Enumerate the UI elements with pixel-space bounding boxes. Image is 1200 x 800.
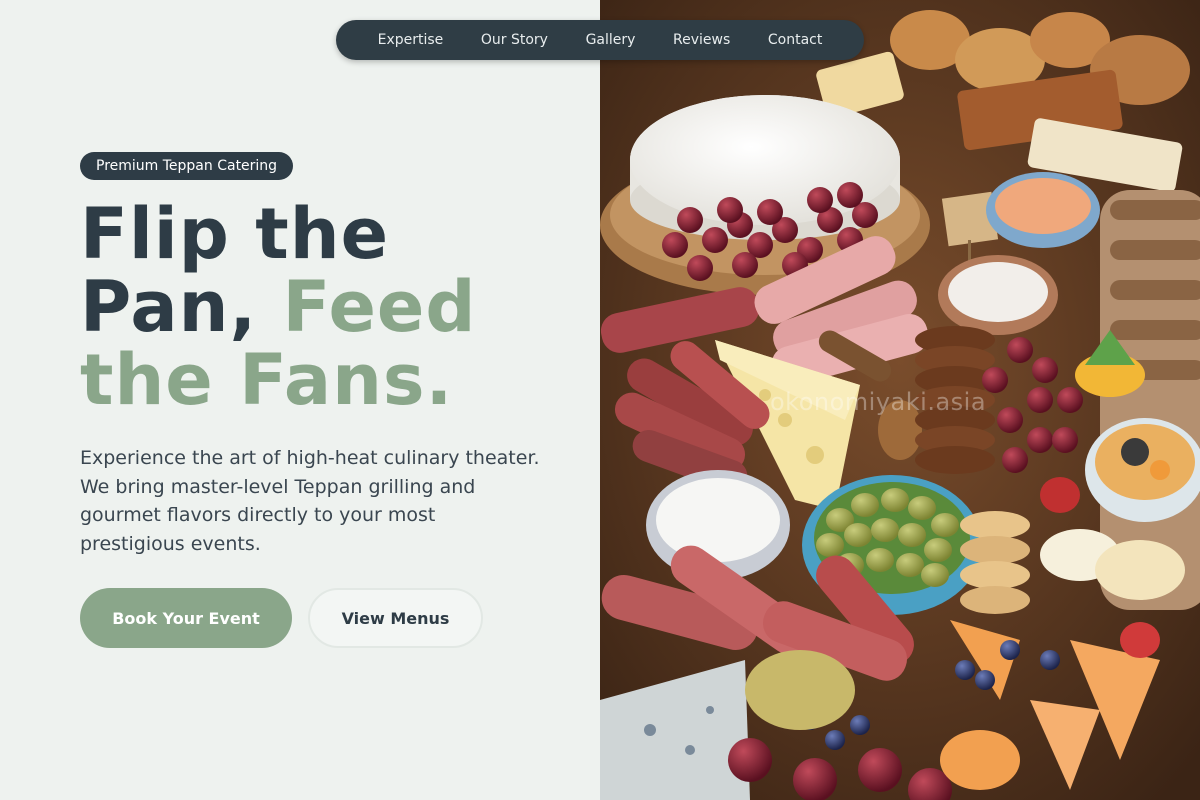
landing-page: Expertise Our Story Gallery Reviews Cont…: [0, 0, 1200, 800]
nav-contact[interactable]: Contact: [760, 32, 830, 48]
headline-line-1: Flip the: [80, 193, 390, 275]
nav-gallery[interactable]: Gallery: [578, 32, 644, 48]
nav-our-story[interactable]: Our Story: [473, 32, 556, 48]
headline-line-2-dark: Pan,: [80, 266, 258, 348]
top-nav: Expertise Our Story Gallery Reviews Cont…: [336, 20, 864, 60]
headline-line-3: the Fans.: [80, 339, 454, 421]
image-watermark: okonomiyaki.asia: [770, 388, 987, 416]
hero-badge: Premium Teppan Catering: [80, 152, 294, 180]
hero-headline: Flip the Pan, Feed the Fans.: [80, 198, 580, 417]
hero-image: okonomiyaki.asia: [600, 0, 1200, 800]
headline-line-2-accent: Feed: [282, 266, 477, 348]
view-menus-button[interactable]: View Menus: [308, 588, 483, 648]
hero-section: Premium Teppan Catering Flip the Pan, Fe…: [0, 0, 600, 800]
nav-reviews[interactable]: Reviews: [665, 32, 738, 48]
hero-description: Experience the art of high-heat culinary…: [80, 447, 540, 555]
book-event-button[interactable]: Book Your Event: [80, 588, 292, 648]
nav-expertise[interactable]: Expertise: [370, 32, 452, 48]
